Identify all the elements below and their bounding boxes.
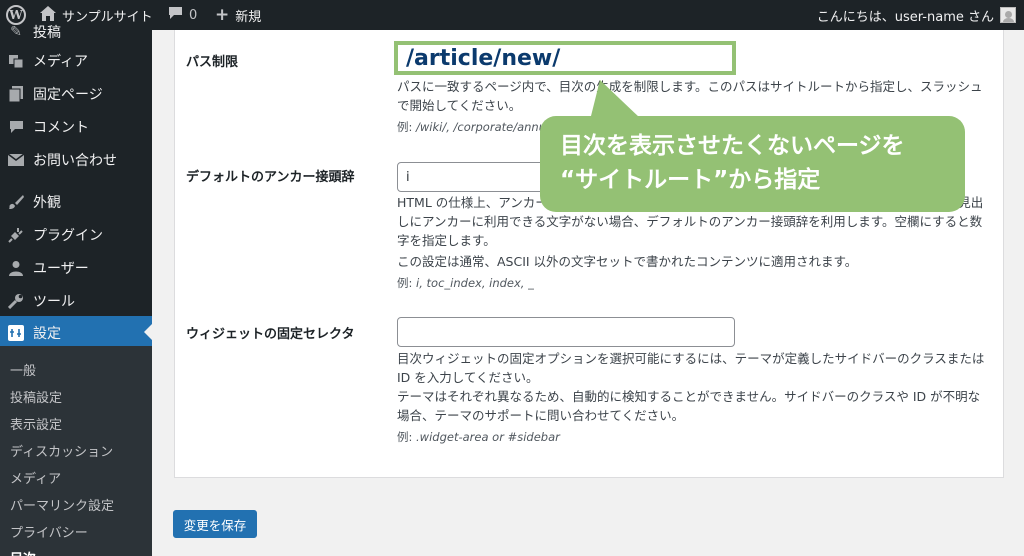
submenu-media[interactable]: メディア <box>10 468 61 487</box>
admin-sidebar: ✎ 投稿 メディア 固定ページ コメント お問い合わせ 外観 プラグイン ユーザ… <box>0 24 152 556</box>
callout-line-1: 目次を表示させたくないページを <box>560 133 905 159</box>
media-icon <box>7 52 25 70</box>
example-prefix: 例: <box>397 120 417 134</box>
default-anchor-note: この設定は通常、ASCII 以外の文字セットで書かれたコンテンツに適用されます。 <box>397 254 858 269</box>
submenu-privacy[interactable]: プライバシー <box>10 522 88 541</box>
sidebar-item-pages[interactable]: 固定ページ <box>0 77 152 110</box>
sidebar-item-label: 投稿 <box>33 24 61 41</box>
brush-icon <box>7 193 25 211</box>
widget-selector-input[interactable] <box>397 317 735 347</box>
sidebar-item-tools[interactable]: ツール <box>0 284 152 317</box>
page-icon <box>7 85 25 103</box>
default-anchor-label: デフォルトのアンカー接頭辞 <box>186 170 355 185</box>
example-prefix: 例: <box>397 276 417 290</box>
submenu-general[interactable]: 一般 <box>10 360 36 379</box>
comment-count: 0 <box>189 7 198 23</box>
sidebar-item-label: メディア <box>33 53 89 70</box>
mail-icon <box>7 151 25 169</box>
submenu-reading[interactable]: 表示設定 <box>10 414 62 433</box>
path-restriction-value: /article/new/ <box>406 45 561 71</box>
example-text: .widget-area or #sidebar <box>416 430 560 444</box>
new-content-link[interactable]: + 新規 <box>215 0 261 30</box>
sidebar-item-contact[interactable]: お問い合わせ <box>0 143 152 176</box>
plus-icon: + <box>215 5 230 25</box>
submenu-permalinks[interactable]: パーマリンク設定 <box>10 495 114 514</box>
greeting-text: こんにちは、user-name さん <box>816 9 994 25</box>
sidebar-item-users[interactable]: ユーザー <box>0 251 152 284</box>
user-icon <box>7 259 25 277</box>
comments-link[interactable]: 0 <box>168 0 197 30</box>
settings-submenu: 一般 投稿設定 表示設定 ディスカッション メディア パーマリンク設定 プライバ… <box>0 346 152 556</box>
sidebar-item-label: 外観 <box>33 194 61 211</box>
save-changes-button[interactable]: 変更を保存 <box>173 510 257 538</box>
sidebar-item-settings[interactable]: 設定 <box>0 316 152 349</box>
comment-icon <box>7 118 25 136</box>
avatar <box>1000 7 1016 23</box>
sidebar-item-label: お問い合わせ <box>33 152 117 169</box>
sidebar-item-label: 設定 <box>33 325 61 342</box>
sidebar-item-label: 固定ページ <box>33 86 103 103</box>
new-label: 新規 <box>235 9 262 25</box>
widget-selector-example: 例: .widget-area or #sidebar <box>397 429 560 445</box>
sidebar-item-label: コメント <box>33 119 89 136</box>
example-text: i, toc_index, index, _ <box>416 276 534 290</box>
callout-line-2: “サイトルート”から指定 <box>560 167 821 193</box>
annotation-callout: 目次を表示させたくないページを “サイトルート”から指定 <box>540 116 965 212</box>
widget-selector-note: テーマはそれぞれ異なるため、自動的に検知することができません。サイドバーのクラス… <box>397 389 981 423</box>
widget-selector-description: 目次ウィジェットの固定オプションを選択可能にするには、テーマが定義したサイドバー… <box>397 351 985 385</box>
sidebar-item-label: ユーザー <box>33 260 89 277</box>
plugin-icon <box>7 226 25 244</box>
path-restriction-input[interactable]: /article/new/ <box>394 41 736 75</box>
my-account-link[interactable]: こんにちは、user-name さん <box>817 0 1016 30</box>
sidebar-item-appearance[interactable]: 外観 <box>0 185 152 218</box>
sidebar-item-comments[interactable]: コメント <box>0 110 152 143</box>
example-prefix: 例: <box>397 430 417 444</box>
comment-icon <box>168 6 183 24</box>
sidebar-item-label: ツール <box>33 293 75 310</box>
sidebar-item-label: プラグイン <box>33 227 103 244</box>
default-anchor-example: 例: i, toc_index, index, _ <box>397 275 534 291</box>
sidebar-item-plugins[interactable]: プラグイン <box>0 218 152 251</box>
admin-bar: W サンプルサイト 0 + 新規 こんにちは、user-name さん <box>0 0 1024 30</box>
submenu-discussion[interactable]: ディスカッション <box>10 441 113 460</box>
wrench-icon <box>7 292 25 310</box>
default-anchor-value: i <box>406 169 410 185</box>
settings-icon <box>7 324 25 342</box>
submenu-toc[interactable]: 目次 <box>10 548 36 556</box>
path-restriction-description: パスに一致するページ内で、目次の生成を制限します。このパスはサイトルートから指定… <box>397 79 983 113</box>
submenu-writing[interactable]: 投稿設定 <box>10 387 62 406</box>
sidebar-item-media[interactable]: メディア <box>0 44 152 77</box>
pin-icon: ✎ <box>10 23 22 40</box>
path-restriction-label: パス制限 <box>186 55 239 70</box>
widget-selector-label: ウィジェットの固定セレクタ <box>186 327 355 342</box>
